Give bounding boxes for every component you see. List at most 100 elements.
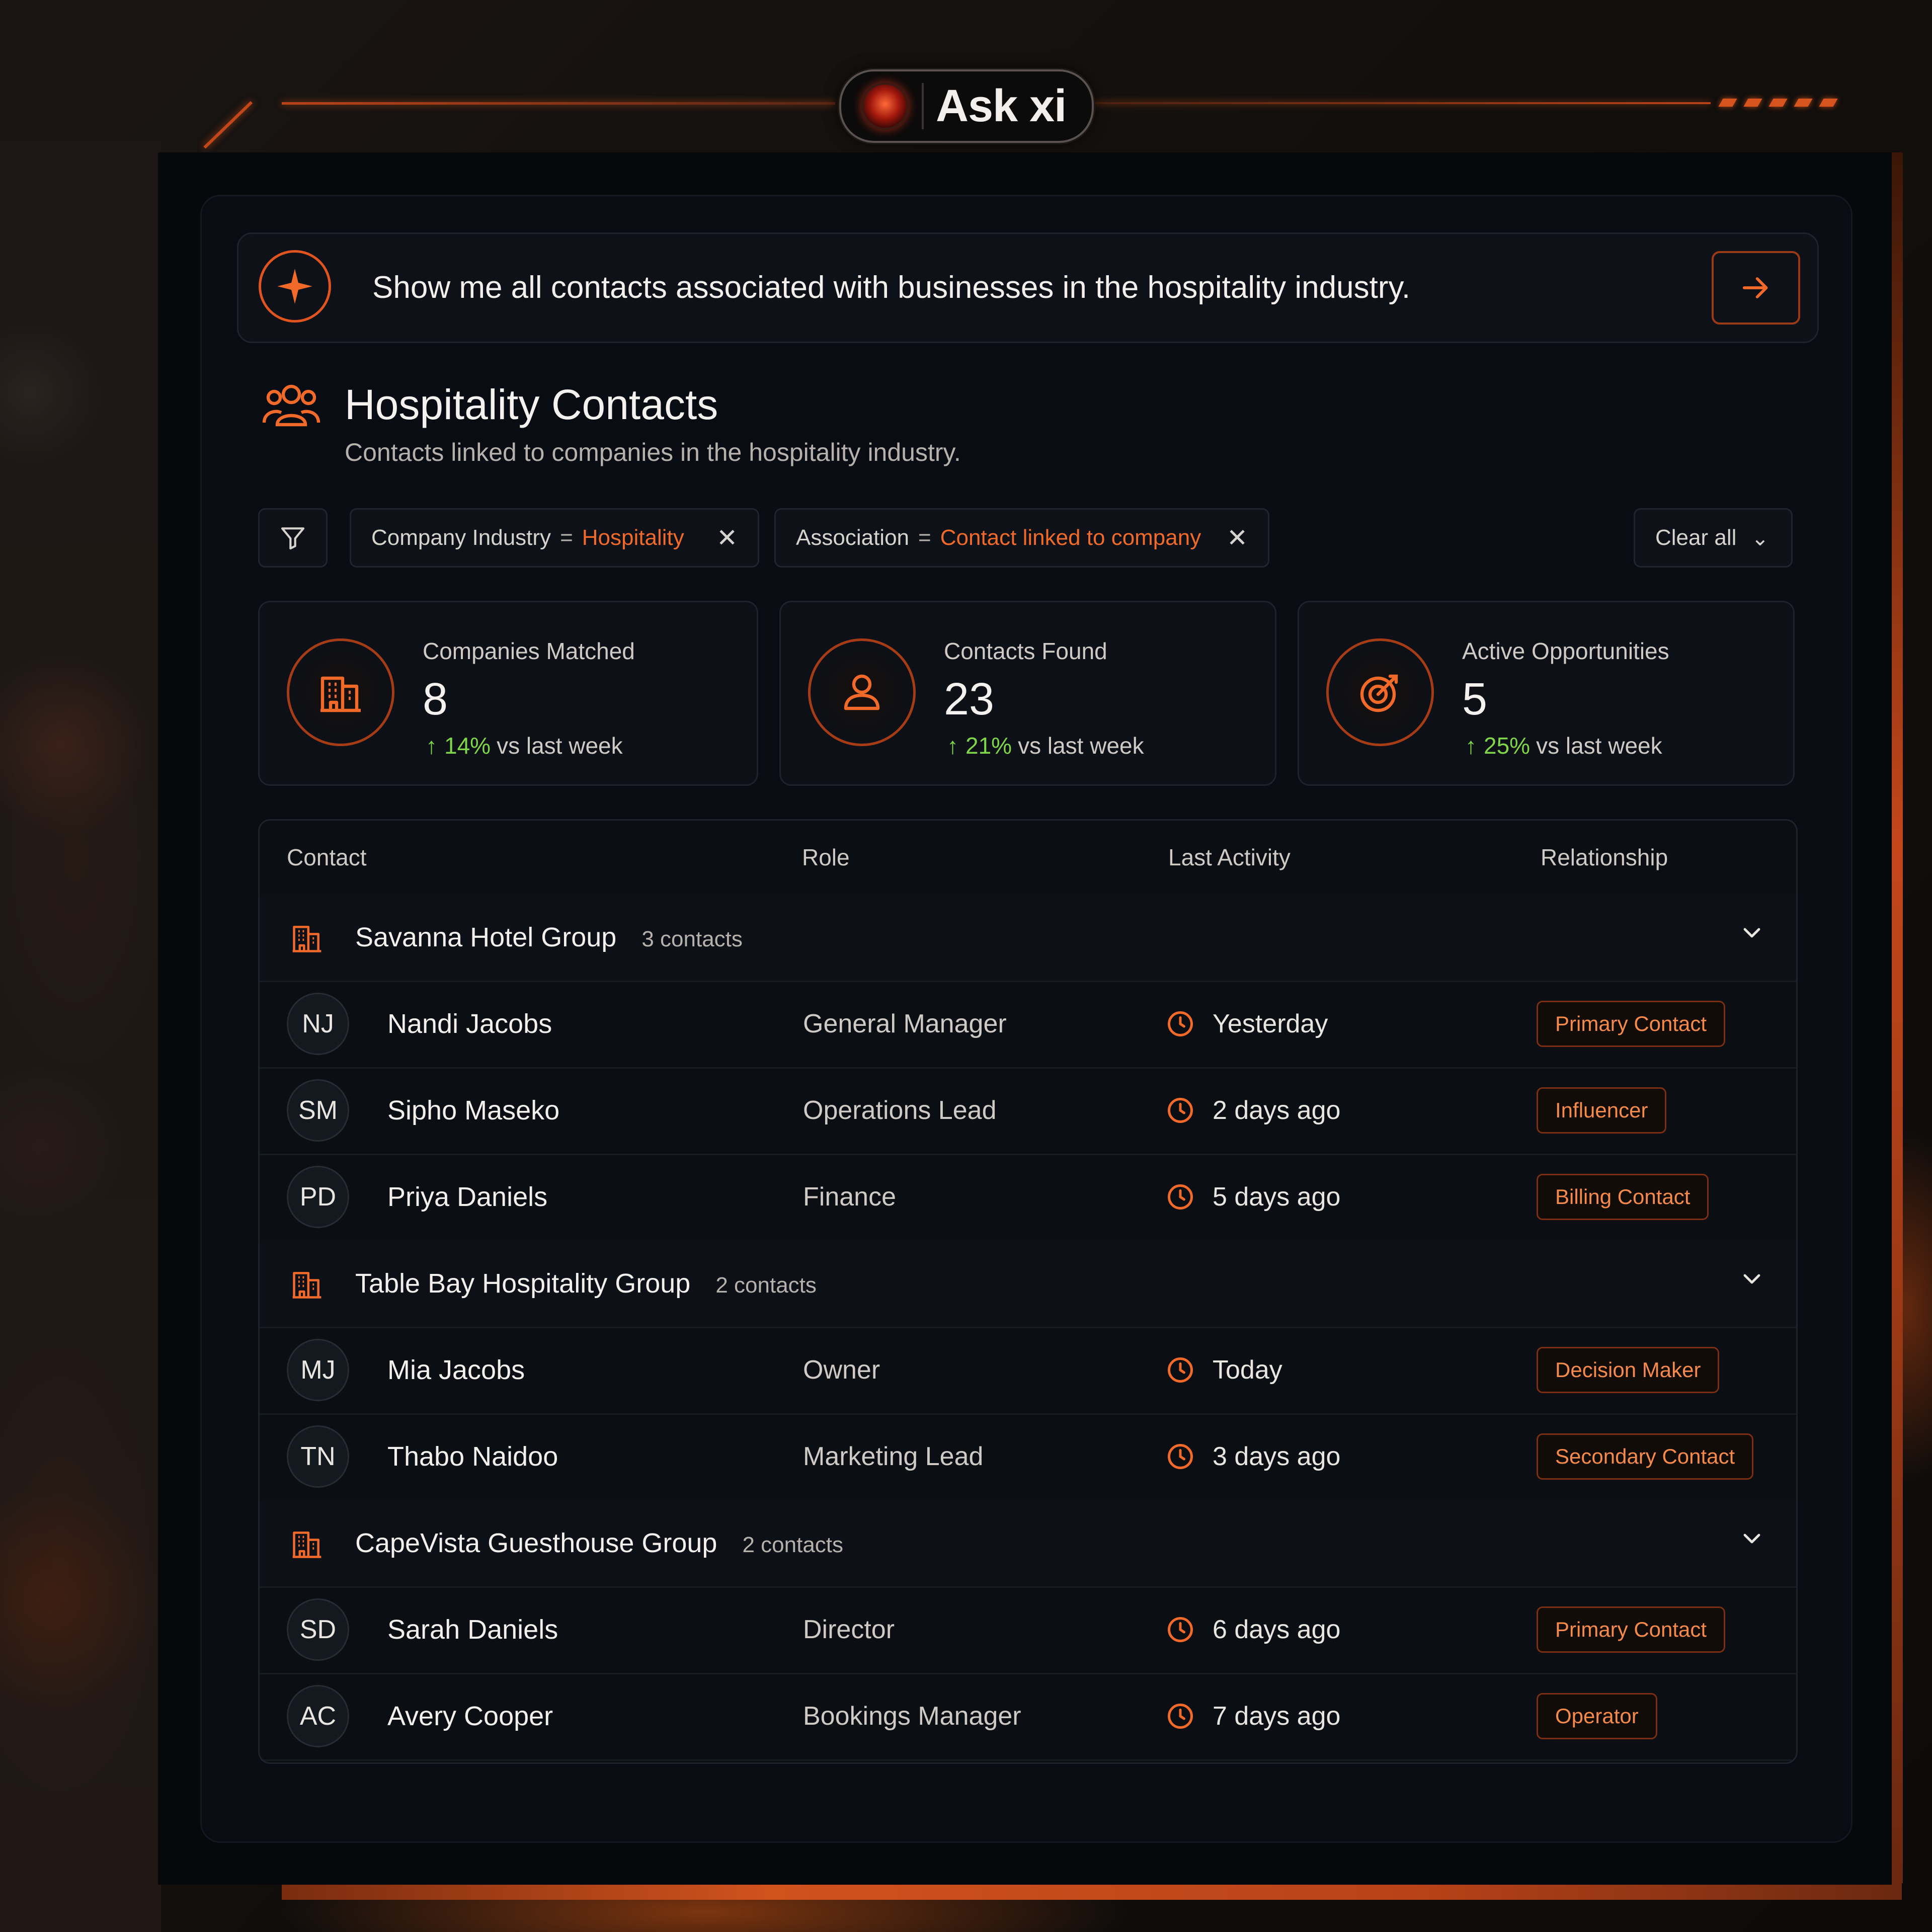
last-activity: 2 days ago (1213, 1096, 1341, 1125)
group-name: Table Bay Hospitality Group 2 contacts (355, 1240, 817, 1329)
filter-operator: = (560, 525, 573, 550)
filter-chip-industry[interactable]: Company Industry = Hospitality ✕ (350, 508, 759, 568)
contact-role: General Manager (803, 1009, 1007, 1038)
contact-name[interactable]: Thabo Naidoo (387, 1413, 558, 1500)
contact-name[interactable]: Mia Jacobs (387, 1327, 525, 1413)
frame-accent-line (1092, 102, 1711, 104)
table-row[interactable]: NJ Nandi Jacobs General Manager Yesterday Pr… (260, 981, 1796, 1069)
relationship-badge: Billing Contact (1537, 1174, 1709, 1220)
stat-trend: ↑ 21% vs last week (947, 732, 1144, 759)
table-row[interactable]: PD Priya Daniels Finance 5 days ago Billing … (260, 1154, 1796, 1242)
stat-trend-suffix: vs last week (1018, 733, 1144, 759)
app-title: Ask xi (936, 80, 1067, 131)
arrow-up-icon: ↑ (426, 733, 437, 759)
table-row[interactable]: SD Sarah Daniels Director 6 days ago Primary… (260, 1586, 1796, 1674)
last-activity: 5 days ago (1213, 1182, 1341, 1212)
query-text[interactable]: Show me all contacts associated with bus… (372, 234, 1410, 342)
avatar: PD (287, 1166, 349, 1228)
column-header-last-activity[interactable]: Last Activity (1168, 821, 1291, 894)
close-icon[interactable]: ✕ (716, 523, 738, 552)
company-name: Table Bay Hospitality Group (355, 1268, 691, 1299)
column-header-role[interactable]: Role (802, 821, 850, 894)
relationship-badge: Influencer (1537, 1087, 1667, 1134)
contact-role: Operations Lead (803, 1096, 997, 1125)
clock-icon (1165, 1441, 1195, 1472)
user-icon (808, 638, 916, 746)
users-group-icon (262, 384, 320, 427)
filter-button[interactable] (258, 508, 328, 568)
contact-name[interactable]: Avery Cooper (387, 1673, 553, 1759)
clear-all-button[interactable]: Clear all ⌄ (1634, 508, 1793, 568)
contact-name[interactable]: Sarah Daniels (387, 1586, 558, 1673)
arrow-up-icon: ↑ (947, 733, 958, 759)
relationship-badge: Primary Contact (1537, 1606, 1726, 1653)
avatar: TN (287, 1425, 349, 1488)
filter-chip-association[interactable]: Association = Contact linked to company … (774, 508, 1269, 568)
arrow-up-icon: ↑ (1465, 733, 1477, 759)
contact-role: Owner (803, 1355, 880, 1385)
avatar: NJ (287, 993, 349, 1055)
stat-label: Companies Matched (423, 638, 635, 664)
frame-accent-diagonal (203, 101, 253, 149)
stat-value: 23 (944, 674, 995, 725)
last-activity: Today (1213, 1355, 1282, 1385)
chevron-down-icon[interactable] (1740, 1240, 1764, 1327)
contact-count: 3 contacts (641, 927, 743, 951)
query-bar[interactable]: Show me all contacts associated with bus… (237, 232, 1819, 343)
filter-icon (281, 527, 305, 550)
filter-field: Company Industry (371, 525, 551, 550)
clock-icon (1165, 1009, 1195, 1039)
contact-name[interactable]: Sipho Maseko (387, 1067, 559, 1154)
group-row[interactable]: Table Bay Hospitality Group 2 contacts (260, 1240, 1796, 1328)
building-icon (290, 920, 324, 956)
building-icon (290, 1266, 324, 1303)
table-row[interactable]: SM Sipho Maseko Operations Lead 2 days ago I… (260, 1067, 1796, 1155)
ask-xi-badge[interactable]: Ask xi (839, 69, 1094, 143)
table-row[interactable]: MJ Mia Jacobs Owner Today Decision Maker (260, 1327, 1796, 1415)
avatar: AC (287, 1685, 349, 1747)
frame-accent-line (282, 102, 835, 105)
stat-label: Contacts Found (944, 638, 1107, 664)
frame-accent-right (1892, 152, 1903, 1883)
column-header-contact[interactable]: Contact (287, 821, 367, 894)
contact-name[interactable]: Priya Daniels (387, 1154, 547, 1240)
stat-trend: ↑ 14% vs last week (426, 732, 623, 759)
table-row[interactable]: AC Avery Cooper Bookings Manager 7 days ago… (260, 1673, 1796, 1761)
contact-count: 2 contacts (715, 1273, 817, 1298)
contact-name[interactable]: Nandi Jacobs (387, 981, 552, 1067)
filter-field: Association (796, 525, 910, 550)
relationship-badge: Decision Maker (1537, 1347, 1720, 1393)
last-activity: 3 days ago (1213, 1442, 1341, 1471)
send-button[interactable] (1712, 251, 1800, 325)
stat-trend-suffix: vs last week (1536, 733, 1662, 759)
clock-icon (1165, 1095, 1195, 1125)
page-subtitle: Contacts linked to companies in the hosp… (345, 438, 961, 466)
group-row[interactable]: Savanna Hotel Group 3 contacts (260, 894, 1796, 982)
stat-trend-pct: 25% (1484, 733, 1531, 759)
group-name: CapeVista Guesthouse Group 2 contacts (355, 1500, 843, 1588)
close-icon[interactable]: ✕ (1227, 523, 1248, 552)
stat-trend-suffix: vs last week (497, 733, 623, 759)
column-header-relationship[interactable]: Relationship (1541, 821, 1668, 894)
divider (922, 83, 924, 129)
avatar: MJ (287, 1339, 349, 1401)
chevron-down-icon[interactable] (1740, 1500, 1764, 1586)
clock-icon (1165, 1615, 1195, 1645)
stat-value: 8 (423, 674, 448, 725)
contact-role: Finance (803, 1182, 896, 1212)
building-icon (287, 638, 394, 746)
chevron-down-icon[interactable] (1740, 894, 1764, 981)
table-row[interactable]: TN Thabo Naidoo Marketing Lead 3 days ago Se… (260, 1413, 1796, 1501)
group-row[interactable]: CapeVista Guesthouse Group 2 contacts (260, 1500, 1796, 1588)
stat-card-contacts: Contacts Found 23 ↑ 21% vs last week (779, 601, 1276, 786)
relationship-badge: Operator (1537, 1693, 1657, 1739)
avatar: SM (287, 1079, 349, 1142)
last-activity: 7 days ago (1213, 1702, 1341, 1731)
stat-trend-pct: 21% (965, 733, 1012, 759)
clock-icon (1165, 1182, 1195, 1212)
background-rock (0, 141, 161, 1932)
contact-role: Bookings Manager (803, 1702, 1021, 1731)
clock-icon (1165, 1701, 1195, 1731)
chevron-down-icon: ⌄ (1751, 526, 1769, 550)
company-name: Savanna Hotel Group (355, 922, 617, 952)
